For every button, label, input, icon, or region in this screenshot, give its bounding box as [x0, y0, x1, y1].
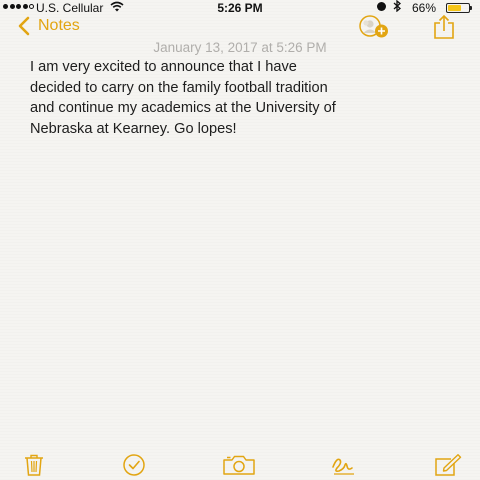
add-people-icon [359, 15, 388, 38]
battery-fill [448, 5, 462, 11]
compose-note-button[interactable] [434, 454, 462, 476]
status-bar: U.S. Cellular 5:26 PM 66% [0, 0, 480, 16]
checklist-button[interactable] [121, 454, 147, 476]
alarm-icon [377, 2, 386, 11]
bluetooth-icon [393, 0, 401, 15]
notes-app-screen: U.S. Cellular 5:26 PM 66% Notes January … [0, 0, 480, 480]
checklist-icon [123, 454, 145, 476]
note-line: I am very excited to announce that I hav… [30, 59, 297, 75]
note-line: Nebraska at Kearney. Go lopes! [30, 120, 237, 137]
compose-icon [435, 454, 462, 476]
battery-nub [470, 6, 472, 10]
camera-button[interactable] [222, 454, 256, 476]
share-icon [434, 14, 454, 39]
battery-percent: 66% [412, 1, 437, 15]
sketch-button[interactable] [330, 454, 358, 476]
note-body[interactable]: I am very excited to announce that I hav… [30, 57, 466, 139]
status-time: 5:26 PM [217, 1, 263, 15]
delete-note-button[interactable] [24, 454, 44, 476]
sketch-icon [332, 458, 354, 475]
camera-icon [223, 455, 255, 475]
note-line: decided to carry on the family football … [30, 79, 328, 96]
note-line: and continue my academics at the Univers… [30, 100, 336, 116]
back-label: Notes [38, 17, 80, 34]
note-date: January 13, 2017 at 5:26 PM [153, 40, 327, 55]
battery-icon [446, 3, 470, 13]
add-people-button[interactable] [356, 15, 392, 39]
chevron-left-icon [18, 16, 30, 36]
back-to-notes-button[interactable]: Notes [16, 16, 80, 36]
trash-icon [25, 454, 43, 476]
share-button[interactable] [432, 14, 456, 40]
